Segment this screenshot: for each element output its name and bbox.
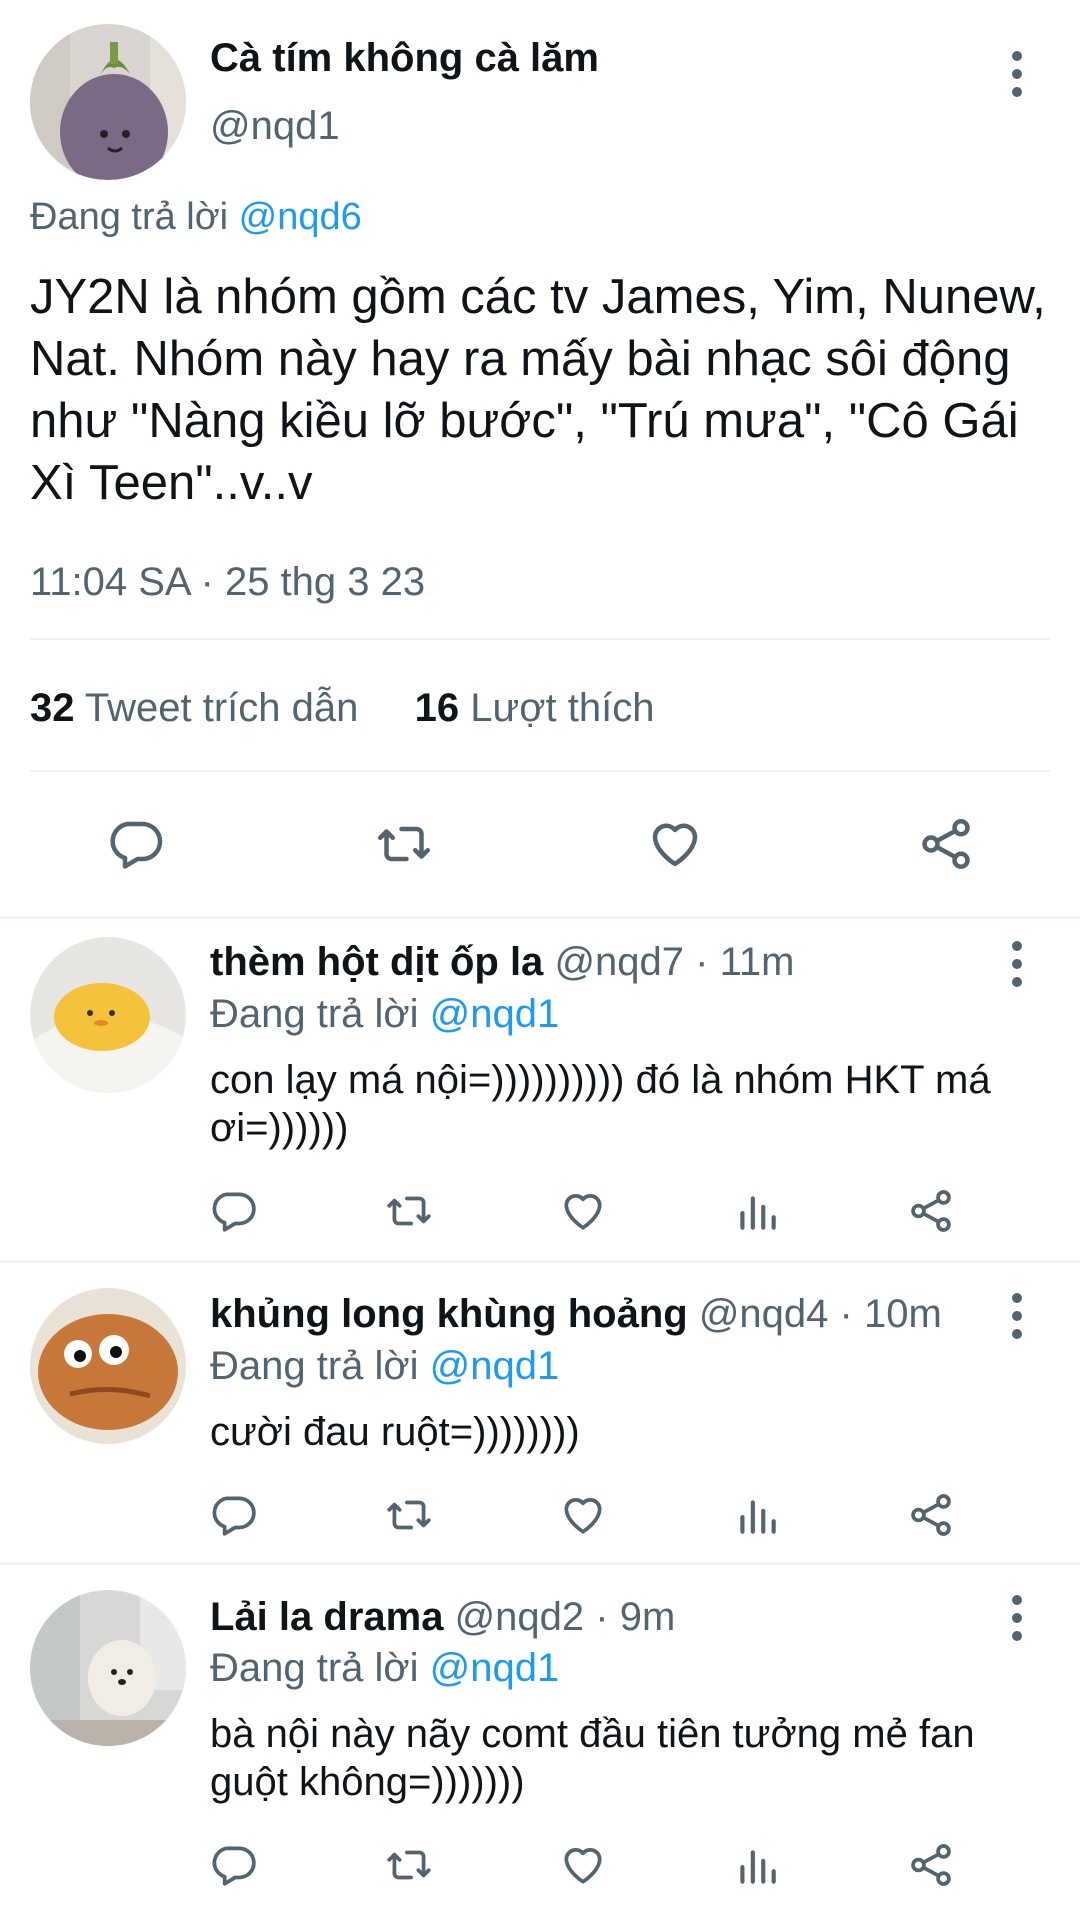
reply-text: con lạy má nội=)))))))))) đó là nhóm HKT…	[210, 1058, 991, 1150]
reply-icon[interactable]	[105, 814, 165, 874]
like-icon[interactable]	[645, 814, 705, 874]
replying-to-link[interactable]: @nqd1	[430, 992, 560, 1036]
section-divider	[0, 916, 1080, 919]
reply-icon[interactable]	[208, 1186, 258, 1236]
reply-handle[interactable]: @nqd7	[554, 940, 684, 984]
reply-display-name[interactable]: thèm hột dịt ốp la	[210, 940, 543, 984]
reply-header: khủng long khùng hoảng @nqd4 · 10m	[210, 1292, 942, 1337]
quote-label[interactable]: Tweet trích dẫn	[85, 686, 358, 730]
share-icon[interactable]	[906, 1840, 956, 1890]
reply-time[interactable]: · 10m	[840, 1292, 942, 1336]
tweet-timestamp[interactable]: 11:04 SA · 25 thg 3 23	[30, 560, 425, 605]
reply-handle[interactable]: @nqd2	[455, 1595, 585, 1639]
replying-prefix: Đang trả lời	[210, 1646, 419, 1690]
divider	[30, 638, 1050, 640]
retweet-icon[interactable]	[384, 1186, 434, 1236]
replying-prefix: Đang trả lời	[210, 1344, 419, 1388]
reply-display-name[interactable]: khủng long khùng hoảng	[210, 1292, 688, 1336]
like-count[interactable]: 16	[415, 686, 460, 730]
reply-header: Lải la drama @nqd2 · 9m	[210, 1595, 675, 1640]
views-icon[interactable]	[732, 1186, 782, 1236]
share-icon[interactable]	[906, 1186, 956, 1236]
more-options-icon[interactable]	[1002, 44, 1032, 104]
share-icon[interactable]	[916, 814, 976, 874]
reply-text: cười đau ruột=))))))))	[210, 1410, 580, 1454]
views-icon[interactable]	[732, 1490, 782, 1540]
reply-time[interactable]: · 11m	[695, 940, 794, 984]
reply-icon[interactable]	[208, 1490, 258, 1540]
reply-handle[interactable]: @nqd4	[699, 1292, 829, 1336]
section-divider	[0, 1562, 1080, 1565]
reply-avatar[interactable]	[30, 1590, 186, 1746]
reply-avatar[interactable]	[30, 937, 186, 1093]
section-divider	[0, 1260, 1080, 1263]
tweet-text: JY2N là nhóm gồm các tv James, Yim, Nune…	[30, 270, 1046, 510]
author-avatar[interactable]	[30, 24, 186, 180]
quote-count[interactable]: 32	[30, 686, 75, 730]
replying-to-line: Đang trả lời @nqd6	[30, 196, 362, 239]
like-label[interactable]: Lượt thích	[470, 686, 654, 730]
retweet-icon[interactable]	[384, 1490, 434, 1540]
reply-avatar[interactable]	[30, 1288, 186, 1444]
author-handle[interactable]: @nqd1	[210, 104, 340, 149]
views-icon[interactable]	[732, 1840, 782, 1890]
divider	[30, 770, 1050, 772]
replying-prefix: Đang trả lời	[210, 992, 419, 1036]
share-icon[interactable]	[906, 1490, 956, 1540]
more-options-icon[interactable]	[1002, 934, 1032, 994]
like-icon[interactable]	[558, 1186, 608, 1236]
reply-display-name[interactable]: Lải la drama	[210, 1595, 443, 1639]
replying-to-line: Đang trả lời @nqd1	[210, 1344, 559, 1389]
reply-time[interactable]: · 9m	[595, 1595, 675, 1639]
replying-to-line: Đang trả lời @nqd1	[210, 992, 559, 1037]
retweet-icon[interactable]	[374, 814, 434, 874]
reply-text: bà nội này nãy comt đầu tiên tưởng mẻ fa…	[210, 1712, 975, 1804]
replying-to-link[interactable]: @nqd1	[430, 1344, 560, 1388]
more-options-icon[interactable]	[1002, 1286, 1032, 1346]
replying-to-line: Đang trả lời @nqd1	[210, 1646, 559, 1691]
reply-header: thèm hột dịt ốp la @nqd7 · 11m	[210, 940, 794, 985]
more-options-icon[interactable]	[1002, 1588, 1032, 1648]
replying-to-link[interactable]: @nqd6	[239, 196, 362, 238]
replying-to-link[interactable]: @nqd1	[430, 1646, 560, 1690]
reply-icon[interactable]	[208, 1840, 258, 1890]
retweet-icon[interactable]	[384, 1840, 434, 1890]
author-display-name[interactable]: Cà tím không cà lăm	[210, 36, 599, 81]
like-icon[interactable]	[558, 1490, 608, 1540]
replying-prefix: Đang trả lời	[30, 196, 229, 238]
like-icon[interactable]	[558, 1840, 608, 1890]
engagement-stats: 32 Tweet trích dẫn 16 Lượt thích	[30, 686, 654, 731]
